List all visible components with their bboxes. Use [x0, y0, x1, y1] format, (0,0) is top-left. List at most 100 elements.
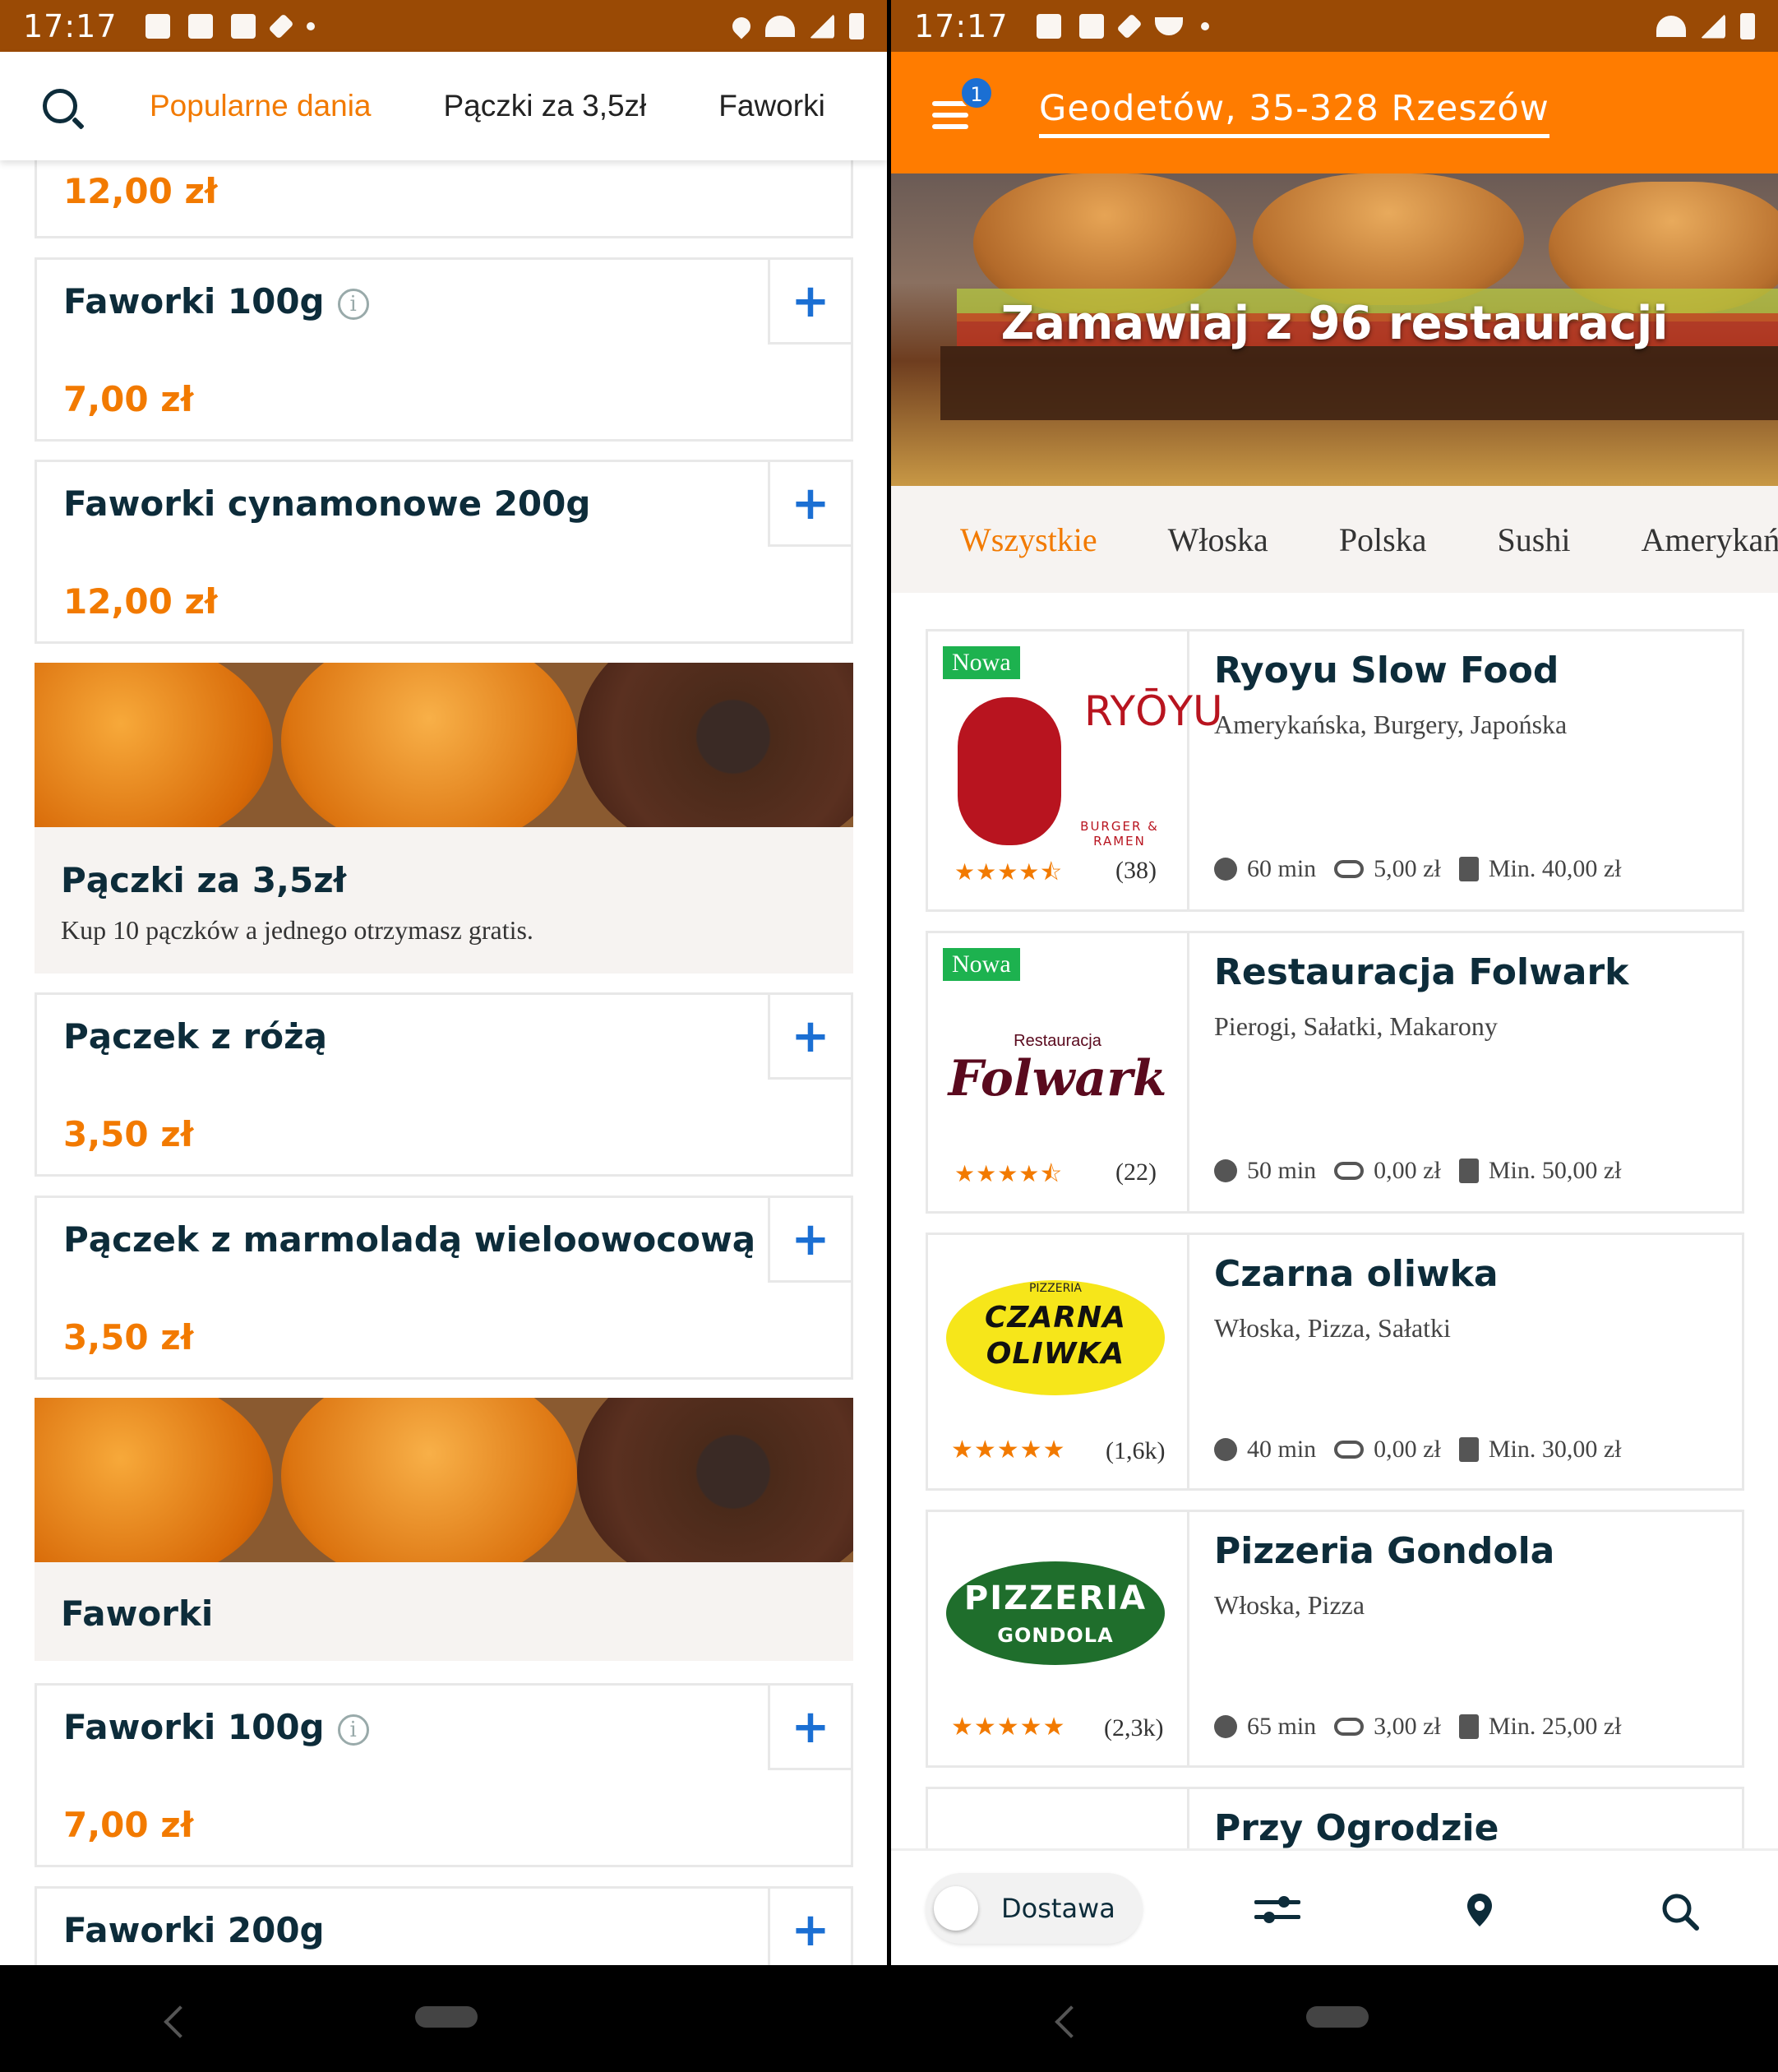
restaurant-card[interactable]: PIZZERIA CZARNA OLIWKA ★★★★★ (1,6k) Czar… — [926, 1233, 1744, 1491]
tab-popular[interactable]: Popularne dania — [150, 89, 372, 123]
tab-all[interactable]: Wszystkie — [960, 520, 1097, 559]
location-icon — [728, 12, 755, 39]
item-price: 3,50 zł — [63, 1114, 194, 1154]
food-icon — [1154, 16, 1183, 35]
filter-icon[interactable] — [1254, 1892, 1300, 1928]
scooter-icon — [1334, 1441, 1365, 1459]
add-button[interactable]: + — [768, 257, 853, 345]
tab-polish[interactable]: Polska — [1339, 520, 1427, 559]
new-badge: Nowa — [943, 646, 1020, 679]
add-button[interactable]: + — [768, 1196, 853, 1283]
battery-icon — [1740, 12, 1755, 39]
system-nav-bar — [0, 1965, 887, 2072]
promo-title: Pączki za 3,5zł — [61, 860, 347, 900]
game-icon — [1036, 13, 1061, 39]
burger-logo-icon — [958, 697, 1061, 845]
item-name: Pączek z różą — [63, 1016, 327, 1057]
signal-icon — [810, 13, 834, 39]
wifi-icon — [765, 15, 795, 37]
restaurant-logo: PIZZERIA GONDOLA ★★★★★ (2,3k) — [928, 1512, 1189, 1765]
promo-description: Kup 10 pączków a jednego otrzymasz grati… — [61, 915, 533, 945]
gondola-logo: PIZZERIA GONDOLA — [946, 1561, 1165, 1665]
status-time: 17:17 — [23, 7, 118, 44]
search-icon[interactable] — [1660, 1892, 1700, 1931]
item-name: Pączek z marmoladą wieloowocową — [63, 1219, 756, 1260]
bag-icon — [1458, 1159, 1479, 1183]
restaurant-cuisine: Włoska, Pizza, Sałatki — [1214, 1313, 1451, 1343]
promo-section: Faworki — [35, 1398, 853, 1661]
restaurant-meta: 40 min 0,00 zł Min. 30,00 zł — [1214, 1436, 1622, 1464]
restaurant-cuisine: Amerykańska, Burgery, Japońska — [1214, 710, 1568, 739]
home-button[interactable] — [1306, 2006, 1369, 2028]
info-icon[interactable]: i — [337, 1714, 369, 1746]
new-badge: Nowa — [943, 948, 1020, 981]
back-button[interactable] — [1055, 2005, 1088, 2038]
hero-title: Zamawiaj z 96 restauracji — [1000, 297, 1669, 350]
add-button[interactable]: + — [768, 1683, 853, 1770]
olive-logo: PIZZERIA CZARNA OLIWKA — [946, 1280, 1165, 1395]
item-name: Faworki 200g — [63, 1910, 325, 1950]
add-button[interactable]: + — [768, 992, 853, 1080]
home-button[interactable] — [415, 2006, 478, 2028]
restaurant-meta: 60 min 5,00 zł Min. 40,00 zł — [1214, 855, 1622, 883]
menu-item[interactable]: Pączek z różą 3,50 zł + — [35, 992, 853, 1177]
bag-icon — [1458, 1714, 1479, 1739]
donuts-image — [35, 663, 853, 827]
tab-donuts[interactable]: Pączki za 3,5zł — [444, 89, 647, 123]
tab-sushi[interactable]: Sushi — [1498, 520, 1571, 559]
menu-item[interactable]: Faworki 100g i 7,00 zł + — [35, 1683, 853, 1867]
clock-icon — [1214, 1715, 1237, 1738]
restaurant-meta: 50 min 0,00 zł Min. 50,00 zł — [1214, 1157, 1622, 1185]
delivery-address[interactable]: Geodetów, 35-328 Rzeszów — [1039, 88, 1549, 138]
tab-american[interactable]: Amerykańska — [1641, 520, 1778, 559]
info-icon[interactable]: i — [337, 288, 369, 320]
menu-icon[interactable] — [932, 101, 968, 129]
restaurant-name: Ryoyu Slow Food — [1214, 650, 1559, 691]
restaurant-card[interactable]: Nowa RYŌYU BURGER & RAMEN ★★★★⯪ (38) Ryo… — [926, 629, 1744, 912]
status-bar: 17:17 — [0, 0, 887, 52]
restaurant-cuisine: Pierogi, Sałatki, Makarony — [1214, 1011, 1498, 1041]
tab-faworki[interactable]: Faworki — [718, 89, 825, 123]
back-button[interactable] — [164, 2005, 196, 2038]
restaurant-logo: PIZZERIA CZARNA OLIWKA ★★★★★ (1,6k) — [928, 1235, 1189, 1488]
item-price: 12,00 zł — [63, 171, 218, 211]
item-name: Faworki cynamonowe 200g — [63, 483, 591, 524]
rating-stars: ★★★★★ — [951, 1713, 1066, 1741]
delivery-toggle[interactable]: Dostawa — [926, 1873, 1143, 1944]
search-icon[interactable] — [43, 89, 77, 123]
menu-item[interactable]: 12,00 zł — [35, 152, 853, 238]
restaurant-meta: 65 min 3,00 zł Min. 25,00 zł — [1214, 1713, 1622, 1741]
gallery-icon — [145, 13, 170, 39]
logo-subtext: Restauracja — [1014, 1032, 1101, 1050]
restaurant-card[interactable]: PIZZERIA GONDOLA ★★★★★ (2,3k) Pizzeria G… — [926, 1510, 1744, 1768]
left-screen: 17:17 Popularne dania Pączki za 3,5zł Fa… — [0, 0, 887, 2072]
logo-text: Folwark — [948, 1050, 1167, 1108]
game-icon — [1078, 13, 1104, 39]
add-button[interactable]: + — [768, 1886, 853, 1973]
menu-list: 12,00 zł Faworki 100g i 7,00 zł + Faworki… — [0, 152, 887, 2010]
location-pin-icon[interactable] — [1463, 1892, 1496, 1928]
review-count: (38) — [1115, 857, 1157, 884]
menu-item[interactable]: Faworki 100g i 7,00 zł + — [35, 257, 853, 442]
add-button[interactable]: + — [768, 460, 853, 547]
item-price: 7,00 zł — [63, 379, 194, 419]
rating-stars: ★★★★⯪ — [954, 1160, 1063, 1187]
delivery-toggle-label: Dostawa — [1001, 1893, 1115, 1924]
item-name: Faworki 100g i — [63, 1707, 369, 1747]
menu-item[interactable]: Faworki cynamonowe 200g 12,00 zł + — [35, 460, 853, 644]
battery-icon — [849, 12, 864, 39]
restaurant-card[interactable]: Nowa Restauracja Folwark ★★★★⯪ (22) Rest… — [926, 931, 1744, 1214]
right-screen: 17:17 1 Geodetów, 35-328 Rzeszów Zamawia… — [891, 0, 1778, 2072]
menu-item[interactable]: Pączek z marmoladą wieloowocową 3,50 zł … — [35, 1196, 853, 1380]
status-bar: 17:17 — [891, 0, 1778, 52]
scooter-icon — [1334, 1162, 1365, 1180]
game-icon — [230, 13, 256, 39]
game-icon — [187, 13, 213, 39]
tab-italian[interactable]: Włoska — [1168, 520, 1268, 559]
category-tabs: Popularne dania Pączki za 3,5zł Faworki — [0, 52, 887, 160]
clock-icon — [1214, 858, 1237, 881]
logo-text: RYŌYU — [1084, 687, 1223, 735]
app-header: 1 Geodetów, 35-328 Rzeszów — [891, 52, 1778, 173]
restaurant-name: Czarna oliwka — [1214, 1253, 1499, 1295]
bag-icon — [1458, 1437, 1479, 1462]
